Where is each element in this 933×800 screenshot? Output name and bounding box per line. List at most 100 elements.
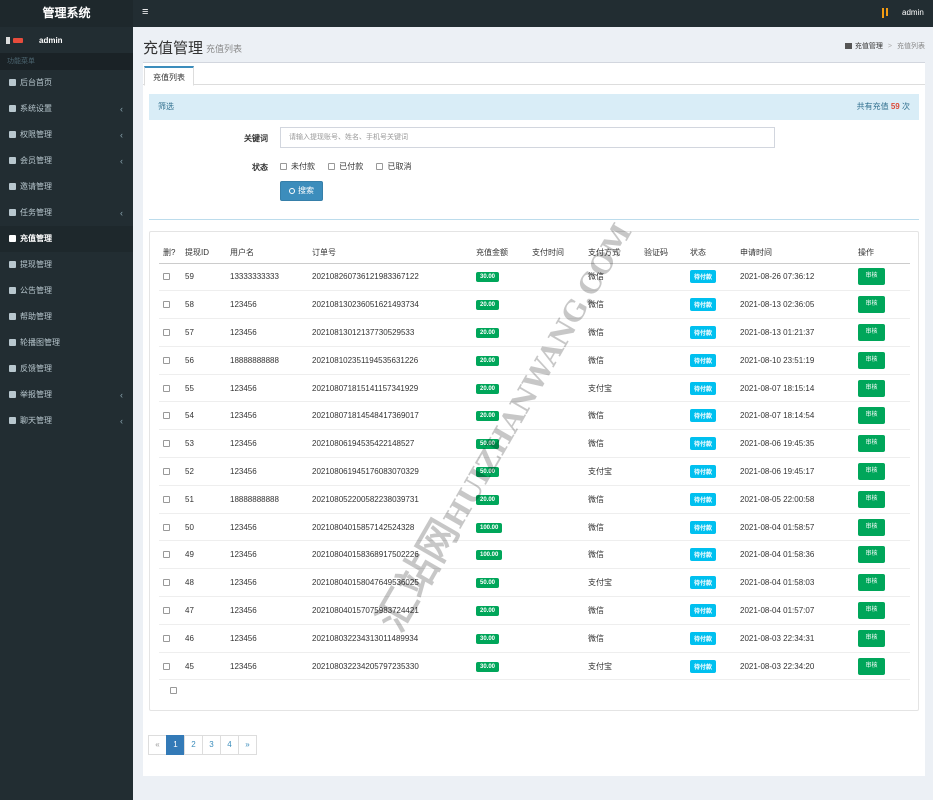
row-checkbox[interactable] xyxy=(163,384,170,392)
search-button[interactable]: 搜索 xyxy=(280,181,323,201)
tab-recharge-list[interactable]: 充值列表 xyxy=(144,66,194,86)
table-box: 删? 提现ID 用户名 订单号 充值金额 支付时间 支付方式 验证码 状态 申请时间 操作 59 13… xyxy=(149,231,919,711)
table-cell: 待付款 xyxy=(686,457,736,486)
checkbox[interactable] xyxy=(280,163,287,170)
audit-button[interactable]: 审核 xyxy=(858,296,885,314)
notification-flag-icon[interactable] xyxy=(882,8,890,18)
row-checkbox[interactable] xyxy=(163,328,170,336)
status-option-cancelled[interactable]: 已取消 xyxy=(376,161,411,172)
table-cell: 待付款 xyxy=(686,596,736,625)
sidebar-item-1[interactable]: 系统设置 ‹ xyxy=(0,96,133,122)
sidebar-item-6[interactable]: 充值管理 xyxy=(0,226,133,252)
keyword-input[interactable]: 请输入提现账号、姓名、手机号关键词 xyxy=(280,127,775,148)
row-checkbox[interactable] xyxy=(163,440,170,448)
pagination-page-4[interactable]: 4 xyxy=(220,735,239,755)
audit-button[interactable]: 审核 xyxy=(858,657,885,675)
withdraw-id: 54 xyxy=(185,411,194,421)
sidebar-item-8[interactable]: 公告管理 xyxy=(0,278,133,304)
table-row: 54 123456 2021080718145484173​69017 20.00 微信… xyxy=(159,401,910,431)
select-all-checkbox[interactable] xyxy=(170,687,177,694)
pagination-page-3[interactable]: 3 xyxy=(202,735,221,755)
sidebar-item-3[interactable]: 会员管理 ‹ xyxy=(0,148,133,174)
sidebar-item-label: 公告管理 xyxy=(20,286,52,295)
audit-button[interactable]: 审核 xyxy=(858,268,885,286)
pagination-next[interactable]: » xyxy=(238,735,257,755)
audit-button[interactable]: 审核 xyxy=(858,574,885,592)
sidebar-item-7[interactable]: 提现管理 xyxy=(0,252,133,278)
status-badge: 待付款 xyxy=(690,437,717,451)
row-checkbox[interactable] xyxy=(163,356,170,364)
table-cell: 审核 xyxy=(854,596,910,625)
breadcrumb-home[interactable]: 充值管理 xyxy=(855,43,883,50)
row-checkbox[interactable] xyxy=(163,412,170,420)
table-cell xyxy=(640,290,686,320)
table-cell: 待付款 xyxy=(686,429,736,459)
row-checkbox[interactable] xyxy=(163,301,170,309)
sidebar-item-11[interactable]: 反馈管理 xyxy=(0,356,133,382)
amount-badge: 30.00 xyxy=(476,272,500,283)
audit-button[interactable]: 审核 xyxy=(858,379,885,397)
audit-button[interactable]: 审核 xyxy=(858,601,885,619)
order-number: 2021080401585714252​4328 xyxy=(312,522,415,532)
sidebar-item-2[interactable]: 权限管理 ‹ xyxy=(0,122,133,148)
table-cell xyxy=(528,401,584,431)
row-checkbox[interactable] xyxy=(163,606,170,614)
audit-button[interactable]: 审核 xyxy=(858,462,885,480)
table-cell: 2021080401585714252​4328 xyxy=(308,513,472,542)
sidebar-item-9[interactable]: 帮助管理 xyxy=(0,304,133,330)
recharge-table: 删? 提现ID 用户名 订单号 充值金额 支付时间 支付方式 验证码 状态 申请时间 操作 59 13… xyxy=(159,242,910,681)
status-badge: 待付款 xyxy=(690,548,717,562)
sidebar-item-label: 提现管理 xyxy=(20,260,52,269)
table-cell xyxy=(159,457,181,486)
row-checkbox[interactable] xyxy=(163,273,170,281)
menu-toggle-icon[interactable]: ≡ xyxy=(142,6,152,18)
row-checkbox[interactable] xyxy=(163,551,170,559)
row-checkbox[interactable] xyxy=(163,523,170,531)
audit-button[interactable]: 审核 xyxy=(858,323,885,341)
sidebar-item-label: 轮播图管理 xyxy=(20,338,60,347)
audit-button[interactable]: 审核 xyxy=(858,490,885,508)
audit-button[interactable]: 审核 xyxy=(858,629,885,647)
app-logo[interactable]: 管理系统 xyxy=(0,0,133,27)
top-user-name[interactable]: admin xyxy=(902,8,924,17)
row-checkbox[interactable] xyxy=(163,467,170,475)
checkbox[interactable] xyxy=(328,163,336,170)
sidebar-item-13[interactable]: 聊天管理 ‹ xyxy=(0,408,133,434)
sidebar-item-12[interactable]: 举报管理 ‹ xyxy=(0,382,133,408)
apply-time: 2021-08-04 01:58:36 xyxy=(740,550,815,560)
status-option-unpaid[interactable]: 未付款 xyxy=(280,161,315,172)
amount-badge: 20.00 xyxy=(476,355,500,366)
row-checkbox[interactable] xyxy=(163,495,170,503)
row-checkbox[interactable] xyxy=(163,579,170,587)
pagination-page-2[interactable]: 2 xyxy=(184,735,203,755)
table-cell: 待付款 xyxy=(686,485,736,514)
sidebar-item-0[interactable]: 后台首页 xyxy=(0,70,133,96)
status-option-paid[interactable]: 已付款 xyxy=(328,161,363,172)
sidebar-item-5[interactable]: 任务管理 ‹ xyxy=(0,200,133,226)
pagination-page-1[interactable]: 1 xyxy=(166,735,185,755)
audit-button[interactable]: 审核 xyxy=(858,435,885,453)
tab-bar: 充值列表 xyxy=(143,63,925,86)
checkbox[interactable] xyxy=(376,163,384,170)
table-cell xyxy=(159,374,181,403)
table-cell: 45 xyxy=(181,652,226,681)
withdraw-id: 59 xyxy=(185,272,194,282)
pagination-prev[interactable]: « xyxy=(148,735,167,755)
table-cell: 待付款 xyxy=(686,263,736,292)
audit-button[interactable]: 审核 xyxy=(858,407,885,425)
status-badge: 待付款 xyxy=(690,631,717,645)
status-badge: 待付款 xyxy=(690,298,717,312)
sidebar-item-label: 反馈管理 xyxy=(20,364,52,373)
sidebar-item-4[interactable]: 邀请管理 xyxy=(0,174,133,200)
row-checkbox[interactable] xyxy=(163,634,170,642)
table-row: 46 123456 202108032234313011489934 30.00 微信 待… xyxy=(159,624,910,653)
table-cell: 202108040158368917502226 xyxy=(308,540,472,570)
page-title: 充值管理 xyxy=(143,40,204,57)
audit-button[interactable]: 审核 xyxy=(858,518,885,536)
audit-button[interactable]: 审核 xyxy=(858,546,885,564)
sidebar-item-10[interactable]: 轮播图管理 xyxy=(0,330,133,356)
row-checkbox[interactable] xyxy=(163,662,170,670)
table-cell: 20.00 xyxy=(472,596,528,625)
table-row: 48 123456 2021080401580476495​36025 50.00 支付… xyxy=(159,568,910,598)
audit-button[interactable]: 审核 xyxy=(858,351,885,369)
